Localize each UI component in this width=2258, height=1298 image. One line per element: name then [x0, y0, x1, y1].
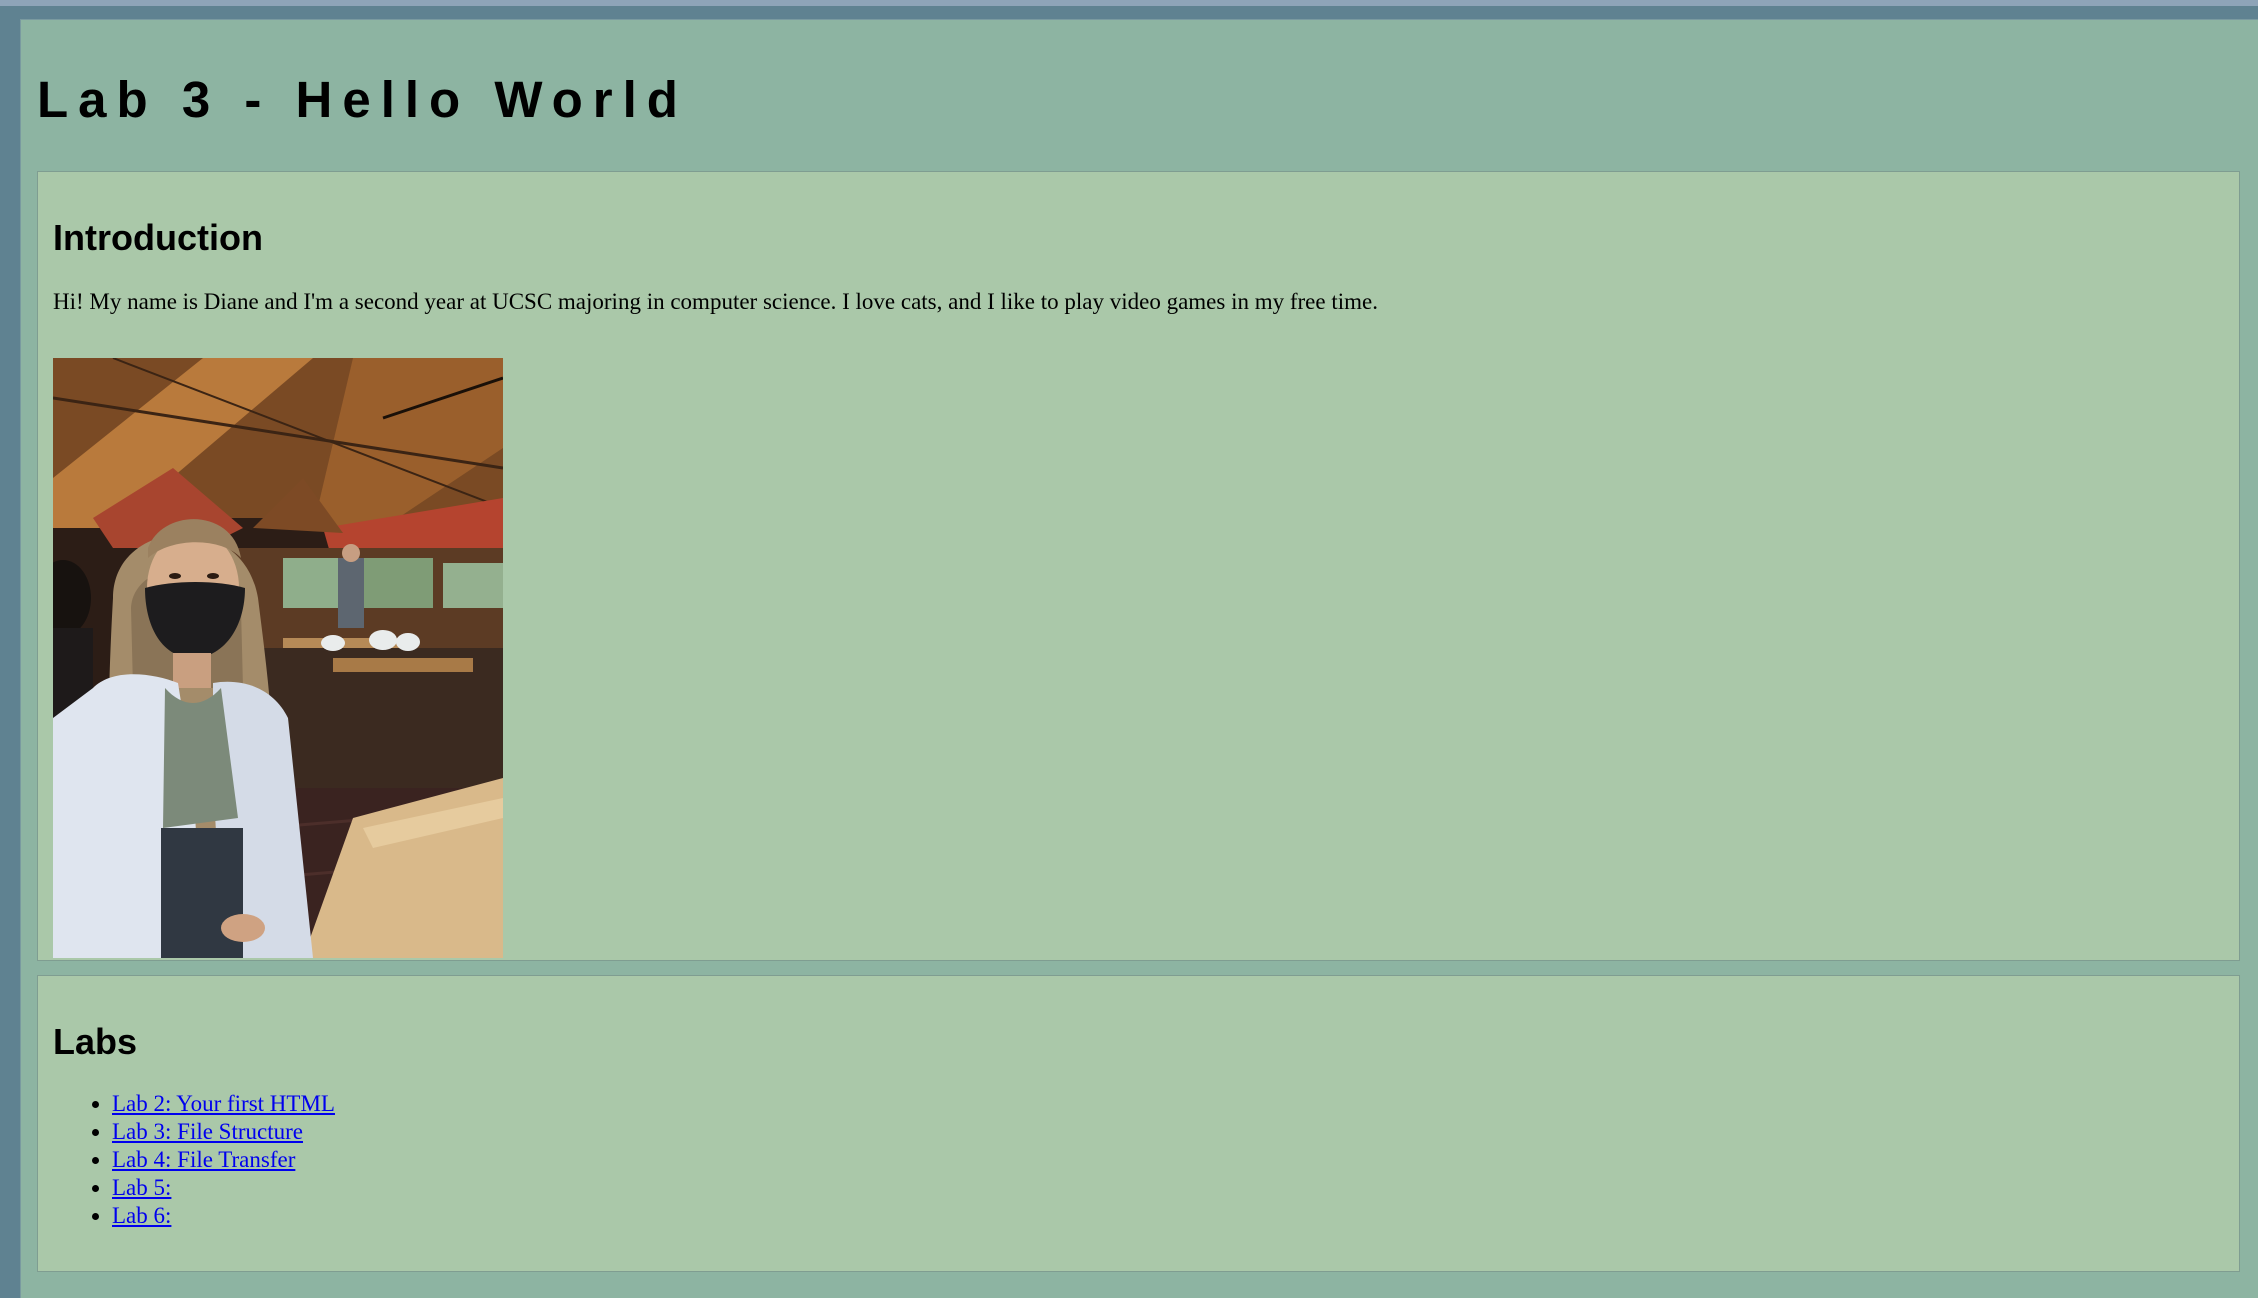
lab-6-link[interactable]: Lab 6: [112, 1203, 171, 1228]
labs-list: Lab 2: Your first HTML Lab 3: File Struc… [53, 1090, 335, 1230]
lab-2-link[interactable]: Lab 2: Your first HTML [112, 1091, 335, 1116]
page-body: Lab 3 - Hello World Introduction Hi! My … [20, 19, 2258, 1298]
window-top-bar [0, 0, 2258, 6]
list-item: Lab 5: [112, 1174, 335, 1202]
labs-section: Labs Lab 2: Your first HTML Lab 3: File … [37, 975, 2240, 1272]
list-item: Lab 3: File Structure [112, 1118, 335, 1146]
list-item: Lab 2: Your first HTML [112, 1090, 335, 1118]
list-item: Lab 6: [112, 1202, 335, 1230]
introduction-text: Hi! My name is Diane and I'm a second ye… [53, 289, 1378, 314]
profile-photo [53, 358, 503, 958]
introduction-section: Introduction Hi! My name is Diane and I'… [37, 171, 2240, 961]
page-title: Lab 3 - Hello World [37, 71, 688, 128]
list-item: Lab 4: File Transfer [112, 1146, 335, 1174]
labs-heading: Labs [53, 1021, 138, 1062]
lab-3-link[interactable]: Lab 3: File Structure [112, 1119, 303, 1144]
lab-5-link[interactable]: Lab 5: [112, 1175, 171, 1200]
profile-photo-image [53, 358, 503, 958]
lab-4-link[interactable]: Lab 4: File Transfer [112, 1147, 295, 1172]
introduction-heading: Introduction [53, 217, 263, 258]
